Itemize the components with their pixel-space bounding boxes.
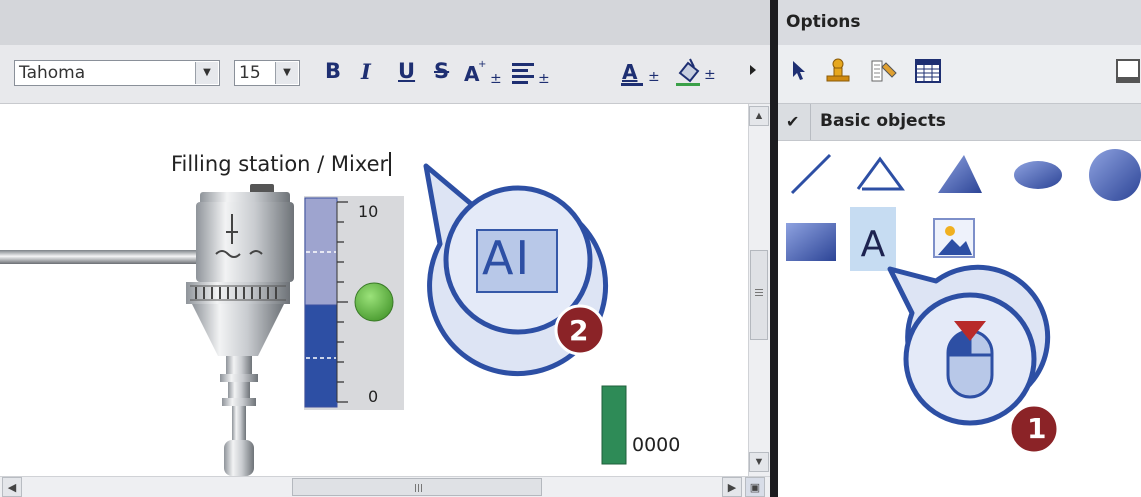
text-format-toolbar: Tahoma ▼ 15 ▼ B I U S A + ± ± A ± ±	[0, 45, 770, 104]
scroll-right-icon[interactable]: ▶	[722, 477, 742, 497]
horizontal-scroll-thumb[interactable]	[292, 478, 542, 496]
scroll-left-icon[interactable]: ◀	[2, 477, 22, 497]
options-header: Options	[778, 0, 1141, 45]
options-title: Options	[786, 12, 861, 32]
basic-objects-palette: A	[782, 147, 1141, 455]
font-size-select[interactable]: 15 ▼	[234, 60, 300, 86]
scroll-down-icon[interactable]: ▼	[749, 452, 769, 472]
italic-button[interactable]: I	[361, 59, 371, 84]
zoom-navigator-icon[interactable]: ▣	[745, 477, 765, 497]
inlet-pipe	[0, 250, 200, 264]
scroll-up-icon[interactable]: ▲	[749, 106, 769, 126]
basic-objects-header[interactable]: ✔ Basic objects	[778, 103, 1141, 141]
superscript-button[interactable]: A + ±	[462, 57, 506, 87]
collapse-chevron-icon[interactable]: ✔	[786, 112, 799, 132]
svg-text:±: ±	[490, 71, 502, 87]
circle-object[interactable]	[1089, 149, 1141, 201]
panel-divider[interactable]	[770, 0, 778, 497]
step-number-2: 2	[569, 314, 589, 347]
bold-button[interactable]: B	[325, 59, 341, 83]
text-object-label[interactable]: Filling station / Mixer	[171, 152, 392, 176]
select-pointer-icon[interactable]	[790, 59, 808, 83]
stamp-icon[interactable]	[824, 57, 854, 85]
line-object[interactable]	[782, 147, 840, 201]
io-field-bar	[601, 385, 627, 465]
svg-text:±: ±	[704, 67, 716, 83]
rectangle-object[interactable]	[786, 223, 836, 261]
svg-text:±: ±	[648, 69, 660, 85]
table-view-icon[interactable]	[914, 57, 942, 85]
editor-title-bar	[0, 0, 770, 45]
svg-text:±: ±	[538, 71, 550, 87]
panel-window-icon[interactable]	[1114, 57, 1141, 85]
font-size-value: 15	[239, 63, 261, 83]
strikethrough-button[interactable]: S	[434, 59, 449, 83]
svg-text:+: +	[478, 59, 486, 70]
align-icon[interactable]: ±	[510, 59, 554, 87]
ellipse-object[interactable]	[1014, 161, 1062, 189]
properties-icon[interactable]	[870, 57, 900, 85]
chevron-down-icon[interactable]: ▼	[275, 62, 298, 84]
polygon-object[interactable]	[938, 155, 982, 193]
underline-button[interactable]: U	[398, 59, 415, 83]
svg-text:A: A	[622, 60, 638, 84]
polyline-object[interactable]	[850, 147, 908, 201]
screen-canvas[interactable]: Filling station / Mixer 10 0 0000 AI 2	[0, 104, 750, 476]
options-toolbar	[778, 45, 1141, 103]
status-indicator	[354, 282, 394, 322]
horizontal-scrollbar[interactable]: ◀ ▶ ▣	[0, 476, 770, 497]
basic-objects-title: Basic objects	[820, 111, 946, 131]
svg-text:A: A	[861, 224, 886, 265]
io-field-value[interactable]: 0000	[632, 434, 680, 456]
font-color-icon[interactable]: A ±	[618, 57, 668, 89]
text-tool-icon-callout: AI	[482, 231, 532, 285]
fill-color-icon[interactable]: ±	[672, 55, 724, 89]
toolbar-more-icon[interactable]	[748, 63, 758, 77]
text-field-object[interactable]: A	[850, 207, 896, 271]
bar-indicator-fill	[304, 304, 338, 408]
step-number-1: 1	[1027, 412, 1047, 445]
vertical-scrollbar[interactable]: ▲ ▼	[748, 104, 770, 476]
mixer-tank	[196, 202, 294, 282]
font-family-select[interactable]: Tahoma ▼	[14, 60, 220, 86]
vertical-scroll-thumb[interactable]	[750, 250, 768, 340]
chevron-down-icon[interactable]: ▼	[195, 62, 218, 84]
font-family-value: Tahoma	[19, 63, 86, 83]
graphic-view-object[interactable]	[933, 218, 975, 258]
bar-scale-min: 0	[368, 387, 379, 406]
bar-scale-max: 10	[358, 202, 379, 221]
